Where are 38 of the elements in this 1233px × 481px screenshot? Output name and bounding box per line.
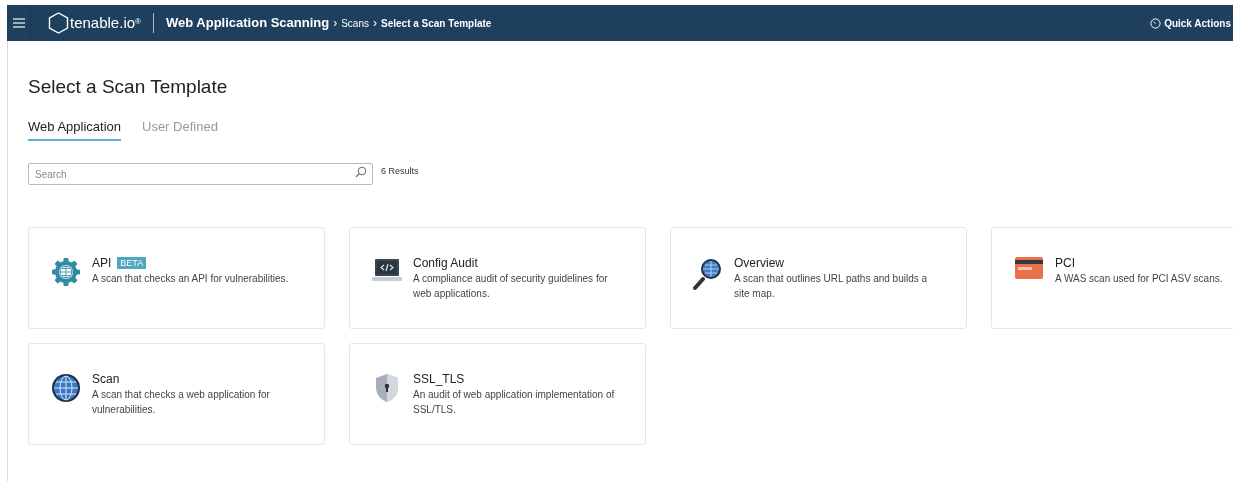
template-card[interactable]: Config Audit A compliance audit of security guidelines for web applications. [349, 226, 646, 329]
breadcrumb-link[interactable]: Scans [341, 15, 369, 31]
clock-icon [1150, 17, 1162, 29]
magnifier-globe-icon [693, 256, 723, 291]
credit-card-icon [1015, 256, 1043, 279]
beta-badge: BETA [117, 256, 147, 269]
template-description: A compliance audit of security guidelines for web applications. [413, 271, 609, 301]
template-name: API [92, 254, 112, 271]
template-tab[interactable]: Web Application [28, 117, 121, 141]
breadcrumb-separator: › [373, 15, 377, 32]
template-name: Overview [734, 254, 784, 271]
template-description: A scan that checks an API for vulnerabilities. [92, 271, 290, 286]
template-name: SSL_TLS [413, 370, 465, 387]
quick-actions-button[interactable]: Quick Actions [1150, 15, 1231, 31]
template-name: PCI [1055, 254, 1075, 271]
template-name: Scan [92, 370, 120, 387]
template-description: A WAS scan used for PCI ASV scans. [1055, 271, 1224, 286]
gear-globe-icon [51, 256, 81, 287]
template-description: A scan that checks a web application for vulnerabilities. [92, 387, 271, 417]
template-description: An audit of web application implementation of SSL/TLS. [413, 387, 616, 417]
template-card[interactable]: PCI A WAS scan used for PCI ASV scans. [991, 226, 1233, 329]
template-card[interactable]: SSL_TLS An audit of web application implementation of SSL/TLS. [349, 342, 646, 445]
search-icon [355, 165, 367, 178]
template-card[interactable]: Overview A scan that outlines URL paths and builds a site map. [670, 226, 967, 329]
template-card[interactable]: Scan A scan that checks a web application for vulnerabilities. [28, 342, 325, 445]
shield-lock-icon [374, 372, 400, 403]
template-description: A scan that outlines URL paths and builds a site map. [734, 271, 929, 301]
results-count: 6 Results [381, 164, 419, 178]
search-field[interactable]: Search [28, 163, 373, 185]
template-name: Config Audit [413, 254, 478, 271]
breadcrumb-separator: › [333, 15, 338, 32]
breadcrumb-link[interactable]: Select a Scan Template [381, 15, 492, 31]
logo-text: tenable.io$^{®}$ [70, 12, 141, 33]
app-title: Web Application Scanning [165, 14, 330, 33]
hexagon-logo-icon [48, 12, 69, 34]
template-card[interactable]: API BETA A scan that checks an API for vulnerabilities. [28, 226, 325, 329]
globe-icon [51, 372, 81, 403]
page-title: Select a Scan Template [28, 77, 229, 96]
